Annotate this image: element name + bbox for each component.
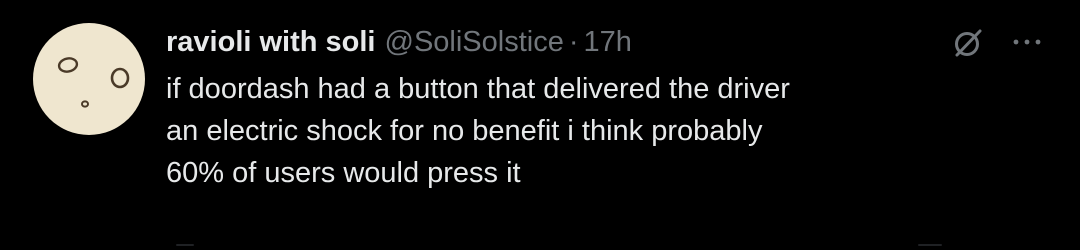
more-dots-icon[interactable] <box>1010 30 1044 54</box>
tweet-text-line: an electric shock for no benefit i think… <box>166 115 763 147</box>
display-name[interactable]: ravioli with soli <box>166 22 376 62</box>
action-bar-hint <box>176 244 194 246</box>
ravioli-face-icon <box>57 57 130 108</box>
tweet-text: if doordash had a button that delivered … <box>166 68 1046 194</box>
action-bar-hint <box>918 244 942 246</box>
user-handle[interactable]: @SoliSolstice <box>385 22 564 62</box>
timestamp[interactable]: 17h <box>584 22 632 62</box>
tweet-header: ravioli with soli @SoliSolstice · 17h <box>166 22 632 62</box>
tweet[interactable]: ravioli with soli @SoliSolstice · 17h if… <box>0 0 1080 250</box>
tweet-text-line: 60% of users would press it <box>166 157 521 189</box>
tweet-text-line: if doordash had a button that delivered … <box>166 73 790 105</box>
separator-dot: · <box>568 26 579 58</box>
avatar[interactable] <box>33 23 145 135</box>
grok-icon[interactable] <box>951 26 985 60</box>
